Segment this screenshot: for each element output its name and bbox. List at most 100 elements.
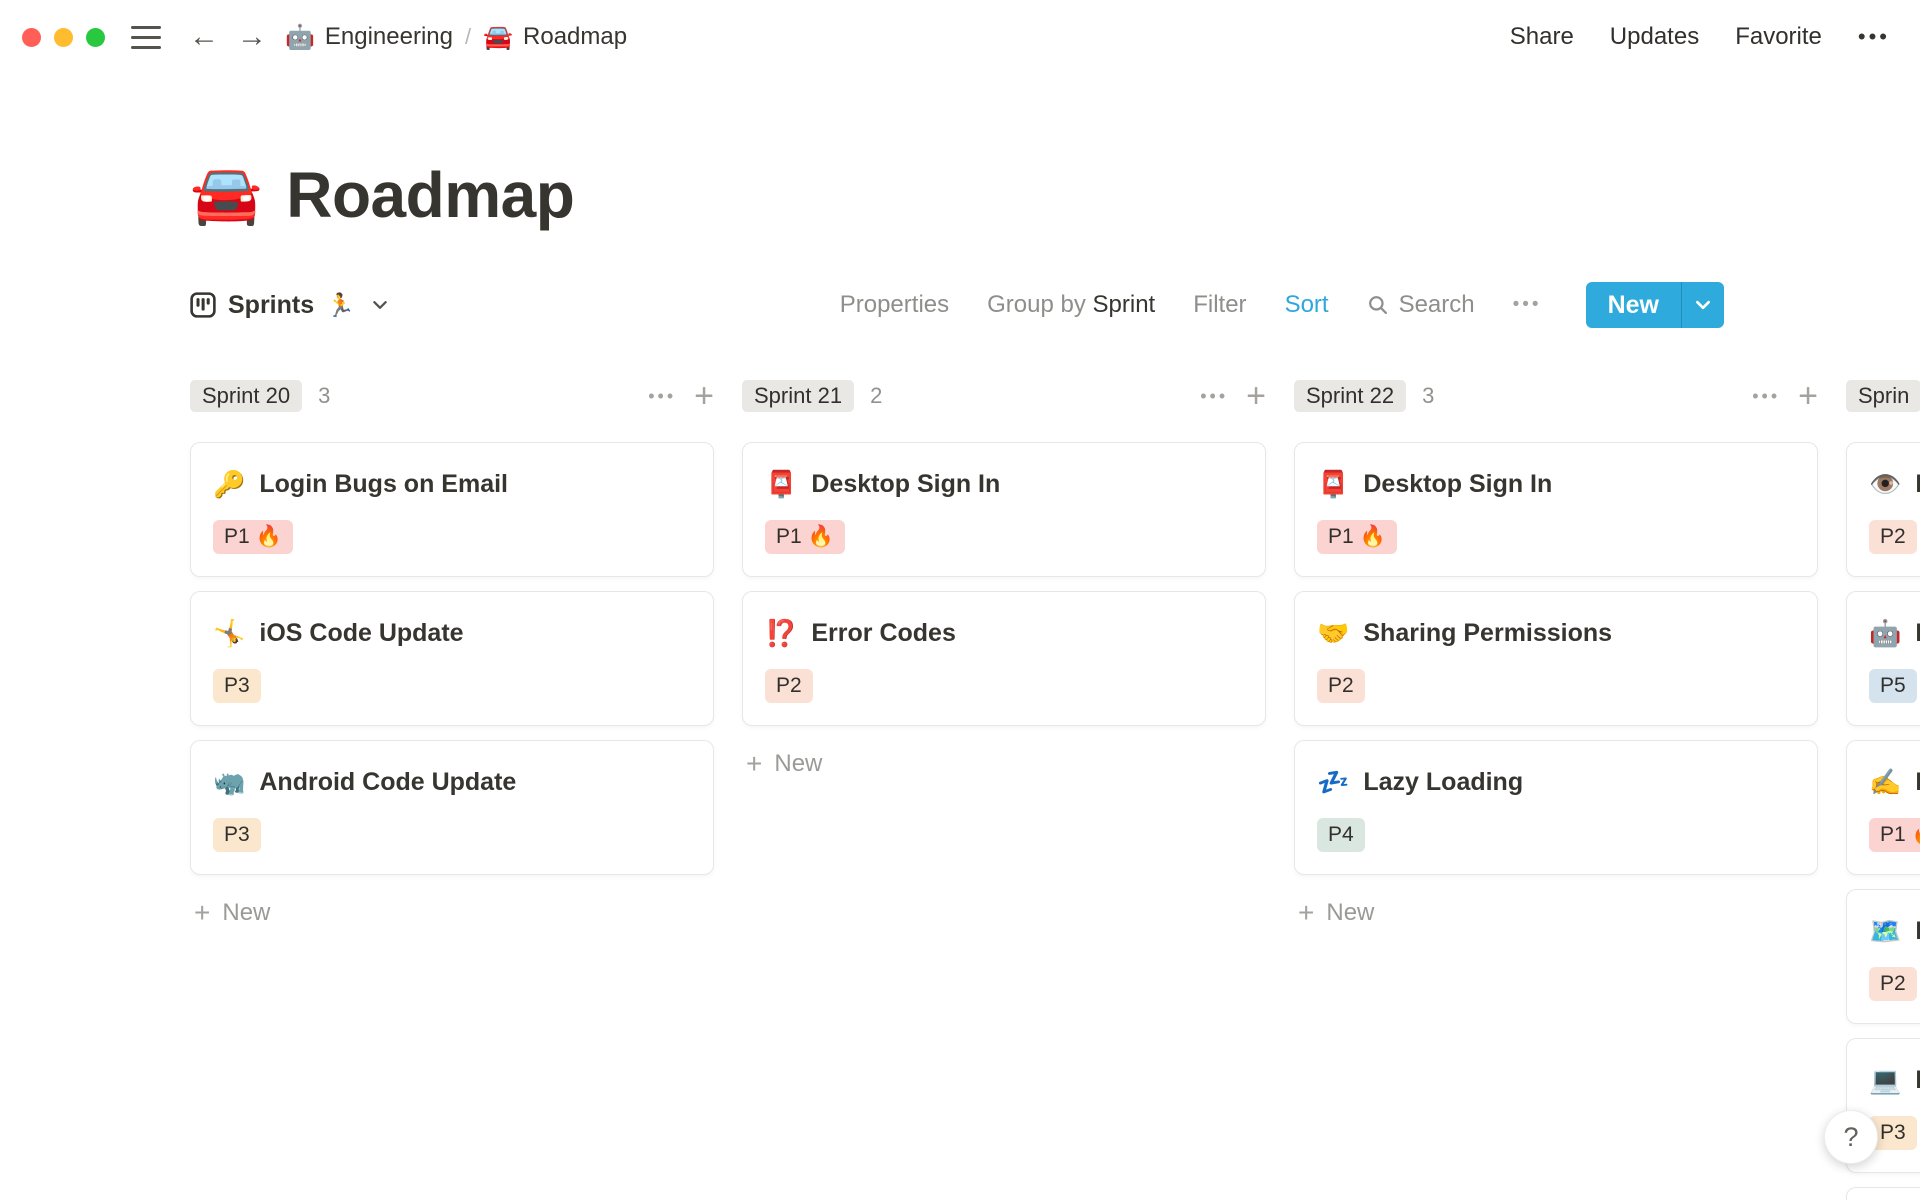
column-name-pill[interactable]: Sprin bbox=[1846, 380, 1920, 412]
sort-button[interactable]: Sort bbox=[1285, 291, 1329, 319]
topbar-actions: Share Updates Favorite ••• bbox=[1510, 23, 1890, 51]
page-content: 🚘 Roadmap Sprints 🏃 Properties Group by … bbox=[0, 158, 1920, 328]
board-card[interactable]: 💤 Lazy Loading P4 bbox=[1294, 740, 1818, 875]
board-card[interactable]: ⁉️ Error Codes P2 bbox=[742, 591, 1266, 726]
updates-button[interactable]: Updates bbox=[1610, 23, 1699, 51]
new-label: New bbox=[774, 750, 823, 777]
column-name-pill[interactable]: Sprint 20 bbox=[190, 380, 303, 412]
filter-button[interactable]: Filter bbox=[1193, 291, 1246, 319]
card-emoji-icon: 📮 bbox=[1317, 469, 1350, 499]
menu-icon[interactable] bbox=[131, 25, 161, 49]
plus-icon: + bbox=[746, 748, 763, 779]
search-button[interactable]: Search bbox=[1367, 291, 1475, 319]
column-card-count: 2 bbox=[870, 383, 883, 408]
board-view-icon bbox=[190, 292, 216, 318]
board-card[interactable]: 🤖 I P5 bbox=[1846, 591, 1920, 726]
column-more-icon[interactable]: ••• bbox=[648, 386, 676, 407]
card-title-text: Desktop Sign In bbox=[1363, 470, 1553, 498]
toolbar-more-icon[interactable]: ••• bbox=[1513, 294, 1542, 316]
plus-icon: + bbox=[194, 897, 211, 928]
car-icon: 🚘 bbox=[483, 23, 514, 51]
zoom-window-button[interactable] bbox=[86, 27, 105, 47]
search-label: Search bbox=[1398, 291, 1475, 318]
board-card[interactable]: 🗺️ R P2 bbox=[1846, 889, 1920, 1024]
board-card[interactable]: 🤝 Sharing Permissions P2 bbox=[1294, 591, 1818, 726]
column-more-icon[interactable]: ••• bbox=[1200, 386, 1228, 407]
search-icon bbox=[1368, 296, 1387, 315]
column-new-button[interactable]: + New bbox=[742, 744, 1266, 784]
share-button[interactable]: Share bbox=[1510, 23, 1574, 51]
more-options-icon[interactable]: ••• bbox=[1858, 24, 1890, 50]
group-by-button[interactable]: Group by Sprint bbox=[987, 291, 1155, 319]
card-title: 🗺️ R bbox=[1869, 916, 1920, 947]
card-emoji-icon: 💤 bbox=[1317, 767, 1350, 797]
view-tab-label: Sprints bbox=[228, 290, 315, 319]
minimize-window-button[interactable] bbox=[54, 27, 73, 47]
column-name-pill[interactable]: Sprint 21 bbox=[742, 380, 855, 412]
card-title: ⁉️ Error Codes bbox=[765, 618, 1243, 649]
car-icon[interactable]: 🚘 bbox=[190, 166, 262, 224]
runner-icon: 🏃 bbox=[326, 291, 355, 318]
board-card[interactable]: 🤸 iOS Code Update P3 bbox=[190, 591, 714, 726]
page-title[interactable]: Roadmap bbox=[286, 158, 575, 232]
card-title: 📮 Desktop Sign In bbox=[765, 469, 1243, 500]
board-column: Sprint 20 3 ••• + 🔑 Login Bugs on Email P1 🔥 🤸 i… bbox=[190, 378, 714, 1200]
board-card[interactable]: ✍️ R P1 🔥 bbox=[1846, 740, 1920, 875]
new-button[interactable]: New bbox=[1586, 282, 1681, 328]
card-list: 🔑 Login Bugs on Email P1 🔥 🤸 iOS Code Update… bbox=[190, 442, 714, 875]
board-card[interactable]: 📮 Desktop Sign In P1 🔥 bbox=[1294, 442, 1818, 577]
card-title-text: Login Bugs on Email bbox=[259, 470, 508, 498]
column-add-icon[interactable]: + bbox=[1798, 379, 1818, 413]
card-emoji-icon: ⁉️ bbox=[765, 618, 798, 648]
column-header: Sprint 21 2 ••• + bbox=[742, 378, 1266, 414]
column-card-count: 3 bbox=[1422, 383, 1435, 408]
column-new-button[interactable]: + New bbox=[190, 893, 714, 933]
card-title-text: Lazy Loading bbox=[1363, 768, 1524, 796]
card-emoji-icon: 💻 bbox=[1869, 1065, 1902, 1095]
view-toolbar: Sprints 🏃 Properties Group by Sprint Fil… bbox=[190, 282, 1920, 328]
properties-button[interactable]: Properties bbox=[840, 291, 949, 319]
column-more-icon[interactable]: ••• bbox=[1752, 386, 1780, 407]
board-card[interactable]: 📮 Desktop Sign In P1 🔥 bbox=[742, 442, 1266, 577]
board-column: Sprint 22 3 ••• + 📮 Desktop Sign In P1 🔥 🤝 Shari… bbox=[1294, 378, 1818, 1200]
column-new-button[interactable]: + New bbox=[1294, 893, 1818, 933]
card-list: 👁️MP2🤖IP5✍️RP1 🔥🗺️RP2💻DP3 bbox=[1846, 442, 1920, 1200]
card-emoji-icon: ✍️ bbox=[1869, 767, 1902, 797]
board: Sprint 20 3 ••• + 🔑 Login Bugs on Email P1 🔥 🤸 i… bbox=[0, 378, 1920, 1200]
card-title-text: M bbox=[1915, 470, 1920, 499]
new-label: New bbox=[222, 899, 271, 926]
column-card-count: 3 bbox=[318, 383, 331, 408]
card-emoji-icon: 🔑 bbox=[213, 469, 246, 499]
card-emoji-icon: 🤸 bbox=[213, 618, 246, 648]
priority-badge: P5 bbox=[1869, 669, 1917, 703]
column-add-icon[interactable]: + bbox=[1246, 379, 1266, 413]
board-card[interactable]: 🦏 Android Code Update P3 bbox=[190, 740, 714, 875]
favorite-button[interactable]: Favorite bbox=[1735, 23, 1822, 51]
robot-icon: 🤖 bbox=[285, 23, 315, 51]
board-card[interactable] bbox=[1846, 1187, 1920, 1200]
breadcrumb-label: Engineering bbox=[324, 23, 453, 50]
back-arrow-icon[interactable]: ← bbox=[189, 22, 219, 52]
column-header: Sprin bbox=[1846, 378, 1920, 414]
close-window-button[interactable] bbox=[22, 27, 41, 47]
help-button[interactable]: ? bbox=[1824, 1110, 1878, 1164]
board-card[interactable]: 🔑 Login Bugs on Email P1 🔥 bbox=[190, 442, 714, 577]
priority-badge: P2 bbox=[765, 669, 813, 703]
breadcrumb-item-engineering[interactable]: 🤖 Engineering bbox=[285, 23, 453, 52]
column-name-pill[interactable]: Sprint 22 bbox=[1294, 380, 1407, 412]
card-title-text: R bbox=[1915, 917, 1920, 946]
board-column: Sprin👁️MP2🤖IP5✍️RP1 🔥🗺️RP2💻DP3 bbox=[1846, 378, 1920, 1200]
traffic-lights bbox=[22, 27, 105, 47]
tab-sprints-view[interactable]: Sprints 🏃 bbox=[190, 291, 389, 320]
breadcrumb-item-roadmap[interactable]: 🚘 Roadmap bbox=[483, 23, 627, 52]
card-list: 📮 Desktop Sign In P1 🔥 ⁉️ Error Codes P2 bbox=[742, 442, 1266, 726]
new-button-dropdown[interactable] bbox=[1681, 282, 1724, 328]
priority-badge: P4 bbox=[1317, 818, 1365, 852]
priority-badge: P2 bbox=[1317, 669, 1365, 703]
forward-arrow-icon[interactable]: → bbox=[237, 22, 267, 52]
card-title-text: I bbox=[1915, 619, 1920, 647]
chevron-down-icon bbox=[373, 301, 387, 309]
board-card[interactable]: 👁️ M P2 bbox=[1846, 442, 1920, 577]
column-add-icon[interactable]: + bbox=[694, 379, 714, 413]
card-emoji-icon: 🗺️ bbox=[1869, 916, 1902, 946]
